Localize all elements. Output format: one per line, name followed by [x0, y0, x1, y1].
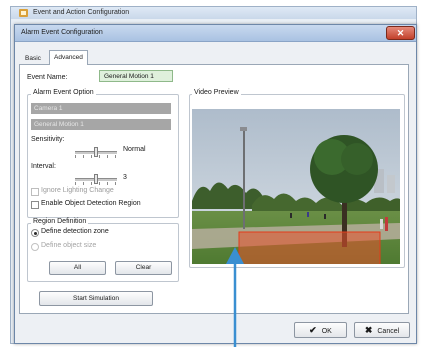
- interval-label: Interval:: [31, 163, 56, 170]
- close-icon: ✕: [396, 28, 405, 38]
- ignore-lighting-label: Ignore Lighting Change: [41, 187, 114, 194]
- interval-value: 3: [123, 174, 127, 181]
- slider-thumb[interactable]: [94, 174, 98, 184]
- enable-object-detection-checkbox[interactable]: [31, 201, 39, 209]
- x-icon: ✖: [364, 325, 373, 335]
- event-name-label: Event Name:: [27, 74, 68, 81]
- interval-slider[interactable]: [75, 174, 117, 185]
- enable-object-detection-label: Enable Object Detection Region: [41, 200, 141, 207]
- event-name-field[interactable]: General Motion 1: [99, 70, 173, 82]
- motion-field: General Motion 1: [31, 119, 171, 130]
- dialog-titlebar[interactable]: Alarm Event Configuration ✕: [15, 25, 416, 42]
- define-size-radio[interactable]: [31, 243, 39, 251]
- park-scene-image: [192, 109, 400, 264]
- define-size-label: Define object size: [41, 242, 97, 249]
- define-zone-radio[interactable]: [31, 229, 39, 237]
- sensitivity-value: Normal: [123, 146, 146, 153]
- ignore-lighting-checkbox[interactable]: [31, 188, 39, 196]
- cancel-label: Cancel: [377, 328, 400, 335]
- checkmark-icon: ✔: [309, 325, 317, 335]
- video-preview[interactable]: [192, 109, 400, 264]
- all-button[interactable]: All: [49, 261, 106, 275]
- sensitivity-label: Sensitivity:: [31, 136, 65, 143]
- dialog-title: Alarm Event Configuration: [21, 29, 103, 36]
- sensitivity-slider[interactable]: [75, 147, 117, 158]
- detection-zone-overlay[interactable]: [239, 232, 380, 264]
- alarm-event-dialog: Alarm Event Configuration ✕ Basic Advanc…: [14, 24, 417, 344]
- tab-basic[interactable]: Basic: [21, 53, 45, 64]
- ok-label: OK: [321, 328, 332, 335]
- start-simulation-button[interactable]: Start Simulation: [39, 291, 153, 306]
- tab-advanced[interactable]: Advanced: [49, 50, 88, 65]
- close-button[interactable]: ✕: [386, 26, 415, 40]
- region-definition-title: Region Definition: [31, 218, 89, 225]
- parent-window-title: Event and Action Configuration: [33, 9, 130, 16]
- app-icon: [19, 9, 28, 17]
- alarm-event-option-title: Alarm Event Option: [31, 89, 96, 96]
- slider-thumb[interactable]: [94, 147, 98, 157]
- video-preview-title: Video Preview: [192, 89, 241, 96]
- clear-button[interactable]: Clear: [115, 261, 172, 275]
- ok-button[interactable]: ✔ OK: [294, 322, 347, 338]
- cancel-button[interactable]: ✖ Cancel: [354, 322, 410, 338]
- camera-field: Camera 1: [31, 103, 171, 114]
- define-zone-label: Define detection zone: [41, 228, 109, 235]
- parent-titlebar: Event and Action Configuration: [11, 7, 416, 19]
